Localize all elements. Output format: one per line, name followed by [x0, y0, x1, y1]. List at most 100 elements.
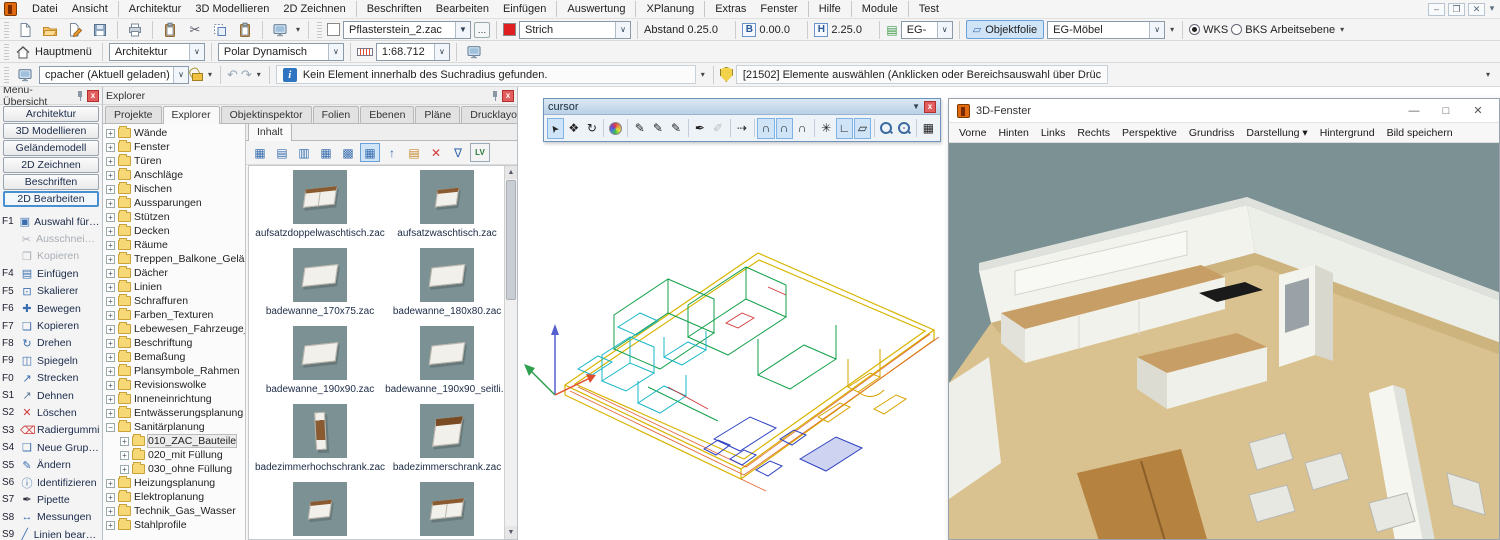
library-item[interactable]: badewanne_190x90_seitli... — [385, 326, 509, 395]
explorer-tab[interactable]: Pläne — [415, 106, 460, 123]
viewer-view-button[interactable]: Hintergrund — [1314, 125, 1381, 141]
viewer-view-button[interactable]: Hinten — [992, 125, 1034, 141]
line-style-combo[interactable]: Strich∨ — [519, 21, 631, 39]
palette-tool-button[interactable]: ▦ — [920, 118, 937, 139]
objektfolie-toggle[interactable]: ▱ Objektfolie — [966, 20, 1044, 39]
tree-node[interactable]: + Fenster — [103, 140, 245, 154]
tree-expand-icon[interactable]: + — [106, 227, 115, 236]
sidebar-nav-button[interactable]: Geländemodell — [3, 140, 99, 156]
command-item[interactable]: F6 ✚ Bewegen — [0, 300, 102, 317]
menubar-overflow-icon[interactable]: ▾ — [1488, 3, 1496, 16]
tree-expand-icon[interactable]: + — [106, 157, 115, 166]
menu-item[interactable]: Fenster — [753, 1, 808, 17]
palette-tool-button[interactable] — [607, 118, 624, 139]
palette-tool-button[interactable]: ❖ — [565, 118, 582, 139]
command-item[interactable]: F7 ❏ Kopieren — [0, 317, 102, 334]
tree-node[interactable]: + Wände — [103, 126, 245, 140]
pin-icon[interactable] — [488, 90, 500, 102]
tree-node[interactable]: + Türen — [103, 154, 245, 168]
tree-expand-icon[interactable]: + — [106, 129, 115, 138]
tree-node[interactable]: + Stützen — [103, 210, 245, 224]
layer-combo[interactable]: EG-∨ — [901, 21, 953, 39]
command-item[interactable]: S3 ⌫ Radiergummi — [0, 422, 102, 439]
undo-dropdown-icon[interactable]: ▾ — [255, 70, 263, 79]
toolbar-grip[interactable] — [4, 22, 9, 38]
tree-expand-icon[interactable]: + — [106, 339, 115, 348]
command-item[interactable]: ✂ Ausschneiden — [0, 230, 102, 247]
tree-expand-icon[interactable]: + — [106, 479, 115, 488]
drawing-canvas[interactable]: cursor ▼ x ➤ — [518, 87, 1500, 540]
tree-node[interactable]: + Schraffuren — [103, 294, 245, 308]
line-color-swatch[interactable] — [503, 23, 516, 36]
content-toolbar-button[interactable]: ▥ — [294, 143, 314, 162]
tree-expand-icon[interactable]: + — [106, 283, 115, 292]
tree-node[interactable]: + Bemaßung — [103, 350, 245, 364]
menu-item[interactable]: Test — [912, 1, 946, 17]
content-toolbar-button[interactable]: ∇ — [448, 143, 468, 162]
close-button[interactable]: ✕ — [1468, 3, 1485, 16]
content-tab[interactable]: Inhalt — [248, 124, 292, 141]
palette-tool-button[interactable]: ✳ — [818, 118, 835, 139]
command-item[interactable]: S4 ❑ Neue Gruppe — [0, 439, 102, 456]
viewer-titlebar[interactable]: 3D-Fenster — □ ✕ — [949, 99, 1499, 123]
menu-item[interactable]: Extras — [708, 1, 753, 17]
tree-expand-icon[interactable]: + — [106, 255, 115, 264]
tree-node[interactable]: + Dächer — [103, 266, 245, 280]
palette-tool-button[interactable] — [878, 118, 895, 139]
palette-tool-button[interactable] — [896, 118, 913, 139]
object-color-swatch[interactable] — [327, 23, 340, 36]
viewer-minimize-button[interactable]: — — [1401, 105, 1427, 117]
status-dropdown-icon[interactable]: ▾ — [699, 70, 707, 79]
palette-tool-button[interactable]: ➤ — [547, 118, 564, 139]
tree-node[interactable]: + Stahlprofile — [103, 518, 245, 532]
tree-node[interactable]: + Revisionswolke — [103, 378, 245, 392]
new-document-button[interactable] — [14, 20, 36, 40]
menu-item[interactable]: Module — [855, 1, 909, 17]
command-item[interactable]: S5 ✎ Ändern — [0, 456, 102, 473]
prompt-dropdown-icon[interactable]: ▾ — [1484, 70, 1492, 79]
bks-radio[interactable]: BKS — [1231, 24, 1267, 36]
menu-item[interactable]: Bearbeiten — [429, 1, 496, 17]
copy-region-button[interactable] — [209, 20, 231, 40]
tree-expand-icon[interactable]: + — [106, 185, 115, 194]
command-item[interactable]: S1 ↗ Dehnen — [0, 387, 102, 404]
tree-expand-icon[interactable]: + — [106, 409, 115, 418]
command-item[interactable]: S6 ⓘ Identifizieren — [0, 474, 102, 491]
lock-open-icon[interactable] — [192, 73, 203, 81]
viewer-view-button[interactable]: Bild speichern — [1381, 125, 1459, 141]
explorer-tab[interactable]: Drucklayouts — [461, 106, 518, 123]
menu-item[interactable]: Einfügen — [496, 1, 557, 17]
tree-expand-icon[interactable]: + — [106, 521, 115, 530]
content-toolbar-button[interactable]: ✕ — [426, 143, 446, 162]
content-toolbar-button[interactable]: LV — [470, 143, 490, 162]
tree-expand-icon[interactable]: + — [106, 143, 115, 152]
library-item[interactable]: badewanne_180x80.zac — [385, 248, 509, 317]
viewer-view-button[interactable]: Grundriss — [1183, 125, 1241, 141]
scroll-down-icon[interactable]: ▼ — [505, 526, 517, 539]
wks-radio[interactable]: WKS — [1189, 24, 1228, 36]
arbeitsebene-label[interactable]: Arbeitsebene — [1270, 24, 1335, 36]
tree-node[interactable]: − Sanitärplanung — [103, 420, 245, 434]
viewer-view-button[interactable]: Perspektive — [1116, 125, 1183, 141]
tree-node[interactable]: + Technik_Gas_Wasser — [103, 504, 245, 518]
clipboard-button[interactable] — [234, 20, 256, 40]
scroll-up-icon[interactable]: ▲ — [505, 166, 517, 179]
command-item[interactable]: S9 ╱ Linien bearbei... — [0, 526, 102, 540]
sidebar-nav-button[interactable]: 2D Zeichnen — [3, 157, 99, 173]
h-toggle[interactable]: H — [814, 23, 828, 37]
tree-expand-icon[interactable]: − — [106, 423, 115, 432]
sidebar-nav-button[interactable]: 2D Bearbeiten — [3, 191, 99, 207]
minimize-button[interactable]: – — [1428, 3, 1445, 16]
restore-button[interactable]: ❐ — [1448, 3, 1465, 16]
command-item[interactable]: F5 ⊡ Skalierer — [0, 283, 102, 300]
content-toolbar-button[interactable]: ▦ — [360, 143, 380, 162]
project-combo[interactable]: cpacher (Aktuell geladen)∨ — [39, 66, 189, 84]
command-item[interactable]: F0 ↗ Strecken — [0, 370, 102, 387]
scroll-thumb[interactable] — [506, 180, 516, 300]
scale-combo[interactable]: 1:68.712∨ — [376, 43, 450, 61]
close-panel-icon[interactable]: x — [87, 90, 99, 102]
explorer-tab[interactable]: Ebenen — [360, 106, 414, 123]
palette-tool-button[interactable]: ✎ — [631, 118, 648, 139]
viewer-maximize-button[interactable]: □ — [1433, 105, 1459, 117]
tree-expand-icon[interactable]: + — [106, 367, 115, 376]
